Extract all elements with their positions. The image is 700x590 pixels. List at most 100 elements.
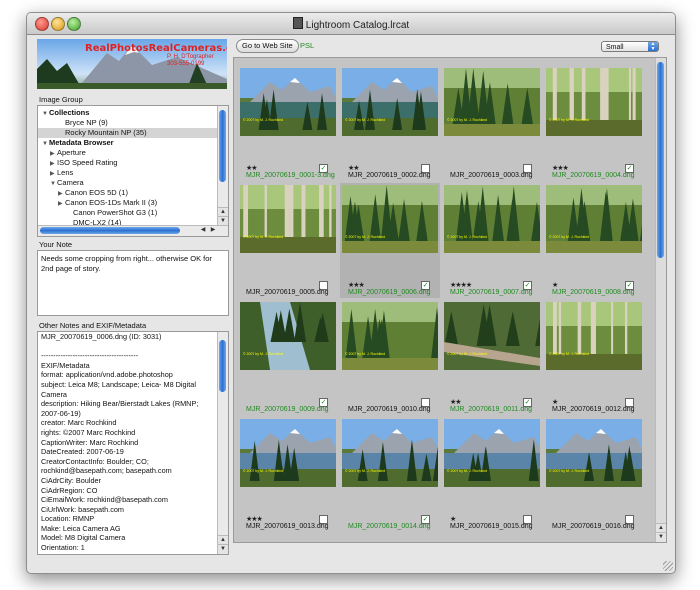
photo-filename: MJR_20070619_0010.dng	[348, 406, 431, 413]
star-rating[interactable]: ★	[552, 398, 558, 406]
photo-thumbnail[interactable]: © 2007 by M. J. Rochkind	[546, 68, 642, 136]
scroll-down-arrow-icon[interactable]: ▼	[218, 544, 228, 554]
photo-cell[interactable]: © 2007 by M. J. Rochkind MJR_20070619_000…	[442, 66, 542, 181]
tree-item[interactable]: Rocky Mountain NP (35)	[38, 128, 217, 138]
photo-copyright-watermark: © 2007 by M. J. Rochkind	[345, 469, 386, 473]
exif-line: CiAdrCity: Boulder	[41, 475, 102, 485]
exif-textarea[interactable]: MJR_20070619_0006.dng (ID: 3031) --------…	[37, 331, 229, 555]
tree-item[interactable]: ▶ Canon EOS-1Ds Mark II (3)	[38, 198, 157, 208]
photo-thumbnail[interactable]: © 2007 by M. J. Rochkind	[240, 68, 336, 136]
grid-vertical-scrollbar[interactable]: ▲ ▼	[655, 58, 666, 542]
tree-item[interactable]: ▼Metadata Browser	[38, 138, 114, 148]
photo-cell[interactable]: © 2007 by M. J. Rochkind MJR_20070619_001…	[340, 300, 440, 415]
photo-cell[interactable]: © 2007 by M. J. Rochkind MJR_20070619_000…	[238, 183, 338, 298]
photo-cell[interactable]: © 2007 by M. J. Rochkind ★★★ ✓ MJR_20070619…	[544, 66, 644, 181]
star-rating[interactable]: ★	[450, 515, 456, 523]
photo-cell[interactable]: © 2007 by M. J. Rochkind ✓ MJR_20070619_00…	[238, 300, 338, 415]
site-banner[interactable]: RealPhotosRealCameras.com P. H. D'Tograp…	[37, 39, 227, 89]
exif-line: DateCreated: 2007-06-19	[41, 447, 124, 457]
image-group-tree[interactable]: ▼Collections Bryce NP (9) Rocky Mountain N…	[37, 105, 229, 237]
photo-thumbnail[interactable]: © 2007 by M. J. Rochkind	[444, 68, 540, 136]
photo-copyright-watermark: © 2007 by M. J. Rochkind	[447, 352, 488, 356]
photo-cell[interactable]: © 2007 by M. J. Rochkind ★ MJR_20070619_00…	[442, 417, 542, 532]
exif-line: MJR_20070619_0006.dng (ID: 3031)	[41, 332, 162, 341]
photo-thumbnail[interactable]: © 2007 by M. J. Rochkind	[546, 419, 642, 487]
photo-filename: MJR_20070619_0012.dng	[552, 406, 635, 413]
tree-item[interactable]: Bryce NP (9)	[38, 118, 108, 128]
photo-thumbnail[interactable]: © 2007 by M. J. Rochkind	[444, 185, 540, 253]
photo-copyright-watermark: © 2007 by M. J. Rochkind	[243, 469, 284, 473]
tree-item[interactable]: ▶ ISO Speed Rating	[38, 158, 117, 168]
tree-item-label: Canon PowerShot G3 (1)	[73, 208, 158, 217]
photo-thumbnail[interactable]: © 2007 by M. J. Rochkind	[240, 302, 336, 370]
resize-grip-icon[interactable]	[663, 561, 673, 571]
select-arrows-icon: ▲ ▼	[648, 42, 658, 52]
exif-line: 2007-06-19)	[41, 408, 81, 418]
exif-scroll-thumb[interactable]	[219, 340, 226, 392]
photo-thumbnail[interactable]: © 2007 by M. J. Rochkind	[342, 185, 438, 253]
photo-cell[interactable]: © 2007 by M. J. Rochkind ★ ✓ MJR_20070619_0…	[544, 183, 644, 298]
tree-hscroll-thumb[interactable]	[40, 227, 180, 234]
exif-line: rights: ©2007 Marc Rochkind	[41, 427, 136, 437]
exif-vertical-scrollbar[interactable]: ▲ ▼	[217, 332, 228, 554]
thumbnail-size-select[interactable]: Small ▲ ▼	[601, 41, 659, 52]
photo-cell[interactable]: © 2007 by M. J. Rochkind ✓ MJR_20070619_00…	[340, 417, 440, 532]
photo-cell[interactable]: © 2007 by M. J. Rochkind ★★★ MJR_20070619_…	[238, 417, 338, 532]
star-rating[interactable]: ★★★	[348, 281, 365, 289]
photo-thumbnail[interactable]: © 2007 by M. J. Rochkind	[240, 185, 336, 253]
tree-item[interactable]: ▶ Lens	[38, 168, 73, 178]
exif-label: Other Notes and EXIF/Metadata	[39, 321, 147, 330]
scroll-down-arrow-icon[interactable]: ▼	[656, 532, 666, 542]
photo-copyright-watermark: © 2007 by M. J. Rochkind	[447, 469, 488, 473]
go-to-web-site-button[interactable]: Go to Web Site	[236, 39, 299, 53]
banner-subtitle: P. H. D'Tographer 303-555-0199	[167, 54, 214, 67]
photo-filename: MJR_20070619_0009.dng	[246, 406, 329, 413]
star-rating[interactable]: ★★	[348, 164, 360, 172]
star-rating[interactable]: ★★★★	[450, 281, 472, 289]
note-label: Your Note	[39, 240, 73, 249]
photo-cell[interactable]: © 2007 by M. J. Rochkind ★★★ ✓ MJR_20070619…	[340, 183, 440, 298]
tree-horizontal-scrollbar[interactable]: ◀ ▶	[38, 225, 228, 236]
exif-line: CaptionWriter: Marc Rochkind	[41, 437, 139, 447]
photo-filename: MJR_20070619_0014.dng	[348, 523, 431, 530]
psl-link[interactable]: PSL	[300, 41, 314, 50]
star-rating[interactable]: ★★★	[552, 164, 569, 172]
photo-cell[interactable]: © 2007 by M. J. Rochkind ★★ MJR_20070619_0…	[340, 66, 440, 181]
document-icon	[292, 17, 303, 29]
star-rating[interactable]: ★	[552, 281, 558, 289]
tree-item[interactable]: Canon PowerShot G3 (1)	[38, 208, 157, 218]
tree-item[interactable]: ▼Camera	[38, 178, 84, 188]
exif-line: ----------------------------------------	[41, 351, 139, 361]
tree-scroll-thumb[interactable]	[219, 110, 226, 182]
photo-filename: MJR_20070619_0016.dng	[552, 523, 635, 530]
star-rating[interactable]: ★★	[246, 164, 258, 172]
tree-vertical-scrollbar[interactable]: ▲ ▼	[217, 106, 228, 226]
photo-thumbnail[interactable]: © 2007 by M. J. Rochkind	[342, 419, 438, 487]
photo-cell[interactable]: © 2007 by M. J. Rochkind ★★★★ ✓ MJR_2007061…	[442, 183, 542, 298]
photo-thumbnail[interactable]: © 2007 by M. J. Rochkind	[342, 302, 438, 370]
photo-copyright-watermark: © 2007 by M. J. Rochkind	[447, 235, 488, 239]
photo-cell[interactable]: © 2007 by M. J. Rochkind ★★ ✓ MJR_20070619_…	[442, 300, 542, 415]
photo-cell[interactable]: © 2007 by M. J. Rochkind ★ MJR_20070619_00…	[544, 300, 644, 415]
exif-line: Camera	[41, 389, 67, 399]
tree-item[interactable]: ▼Collections	[38, 108, 89, 118]
grid-scroll-thumb[interactable]	[657, 62, 664, 258]
exif-line: ImageWidth: 3916	[41, 553, 214, 554]
tree-item-label: Rocky Mountain NP (35)	[65, 128, 147, 137]
photo-thumbnail[interactable]: © 2007 by M. J. Rochkind	[342, 68, 438, 136]
photo-thumbnail[interactable]: © 2007 by M. J. Rochkind	[444, 419, 540, 487]
tree-item[interactable]: ▶ Canon EOS 5D (1)	[38, 188, 128, 198]
exif-line: description: Hiking Bear/Bierstadt Lakes…	[41, 399, 199, 409]
star-rating[interactable]: ★★★	[246, 515, 263, 523]
scroll-right-arrow-icon[interactable]: ▶	[208, 226, 218, 235]
tree-item[interactable]: ▶ Aperture	[38, 148, 86, 158]
photo-thumbnail[interactable]: © 2007 by M. J. Rochkind	[546, 302, 642, 370]
photo-thumbnail[interactable]: © 2007 by M. J. Rochkind	[546, 185, 642, 253]
photo-thumbnail[interactable]: © 2007 by M. J. Rochkind	[240, 419, 336, 487]
scroll-left-arrow-icon[interactable]: ◀	[198, 226, 208, 235]
photo-cell[interactable]: © 2007 by M. J. Rochkind ★★ ✓ MJR_20070619_…	[238, 66, 338, 181]
star-rating[interactable]: ★★	[450, 398, 462, 406]
photo-cell[interactable]: © 2007 by M. J. Rochkind MJR_20070619_001…	[544, 417, 644, 532]
note-textarea[interactable]: Needs some cropping from right... otherw…	[37, 250, 229, 316]
photo-thumbnail[interactable]: © 2007 by M. J. Rochkind	[444, 302, 540, 370]
